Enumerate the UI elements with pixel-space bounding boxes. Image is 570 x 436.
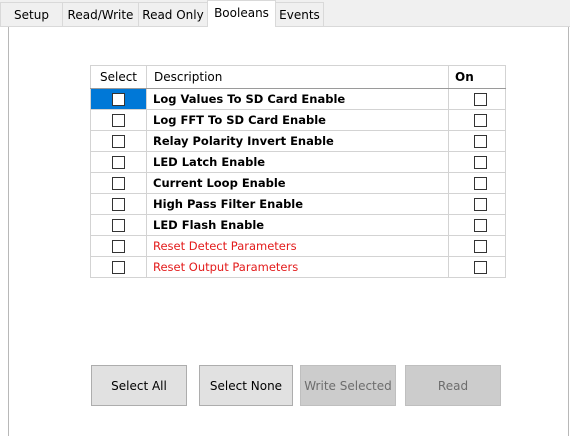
on-cell[interactable] bbox=[448, 172, 506, 194]
select-cell[interactable] bbox=[90, 235, 147, 257]
on-cell[interactable] bbox=[448, 193, 506, 215]
on-checkbox[interactable] bbox=[473, 135, 487, 148]
tab-read-only[interactable]: Read Only bbox=[138, 2, 208, 26]
on-checkbox[interactable] bbox=[473, 156, 487, 169]
select-checkbox[interactable] bbox=[112, 240, 125, 253]
select-checkbox[interactable] bbox=[112, 93, 125, 106]
description-cell: LED Flash Enable bbox=[146, 214, 449, 236]
table-row[interactable]: Relay Polarity Invert Enable bbox=[90, 130, 506, 152]
grid-body: Log Values To SD Card Enable Log FFT To S… bbox=[90, 88, 506, 278]
description-cell: Current Loop Enable bbox=[146, 172, 449, 194]
column-header-on[interactable]: On bbox=[448, 65, 506, 89]
table-row[interactable]: Reset Output Parameters bbox=[90, 256, 506, 278]
on-checkbox[interactable] bbox=[473, 93, 487, 106]
select-checkbox[interactable] bbox=[112, 135, 125, 148]
select-cell[interactable] bbox=[90, 88, 147, 110]
on-cell[interactable] bbox=[448, 235, 506, 257]
select-checkbox[interactable] bbox=[112, 114, 125, 127]
tab-strip: Setup Read/Write Read Only Booleans Even… bbox=[0, 0, 570, 27]
select-checkbox[interactable] bbox=[112, 198, 125, 211]
select-cell[interactable] bbox=[90, 151, 147, 173]
select-cell[interactable] bbox=[90, 214, 147, 236]
on-cell[interactable] bbox=[448, 88, 506, 110]
select-cell[interactable] bbox=[90, 130, 147, 152]
table-row[interactable]: LED Flash Enable bbox=[90, 214, 506, 236]
description-cell: Reset Output Parameters bbox=[146, 256, 449, 278]
on-checkbox[interactable] bbox=[473, 219, 487, 232]
on-checkbox[interactable] bbox=[473, 240, 487, 253]
table-row[interactable]: Log FFT To SD Card Enable bbox=[90, 109, 506, 131]
description-cell: High Pass Filter Enable bbox=[146, 193, 449, 215]
select-checkbox[interactable] bbox=[112, 177, 125, 190]
select-checkbox[interactable] bbox=[112, 219, 125, 232]
on-cell[interactable] bbox=[448, 109, 506, 131]
select-cell[interactable] bbox=[90, 109, 147, 131]
on-checkbox[interactable] bbox=[473, 261, 487, 274]
on-checkbox[interactable] bbox=[473, 198, 487, 211]
table-row[interactable]: Reset Detect Parameters bbox=[90, 235, 506, 257]
select-checkbox[interactable] bbox=[112, 261, 125, 274]
table-row[interactable]: LED Latch Enable bbox=[90, 151, 506, 173]
select-all-button[interactable]: Select All bbox=[91, 365, 187, 406]
table-row[interactable]: Current Loop Enable bbox=[90, 172, 506, 194]
tab-setup[interactable]: Setup bbox=[0, 2, 63, 26]
description-cell: Relay Polarity Invert Enable bbox=[146, 130, 449, 152]
on-cell[interactable] bbox=[448, 256, 506, 278]
column-header-description[interactable]: Description bbox=[146, 65, 449, 89]
on-cell[interactable] bbox=[448, 214, 506, 236]
read-button[interactable]: Read bbox=[405, 365, 501, 406]
on-cell[interactable] bbox=[448, 151, 506, 173]
grid-header-row: Select Description On bbox=[90, 65, 506, 89]
select-none-button[interactable]: Select None bbox=[199, 365, 293, 406]
description-cell: LED Latch Enable bbox=[146, 151, 449, 173]
write-selected-button[interactable]: Write Selected bbox=[300, 365, 396, 406]
select-cell[interactable] bbox=[90, 172, 147, 194]
description-cell: Log Values To SD Card Enable bbox=[146, 88, 449, 110]
description-cell: Reset Detect Parameters bbox=[146, 235, 449, 257]
table-row[interactable]: Log Values To SD Card Enable bbox=[90, 88, 506, 110]
booleans-grid: Select Description On Log Values To SD C… bbox=[90, 65, 506, 278]
tab-booleans[interactable]: Booleans bbox=[207, 0, 276, 27]
select-cell[interactable] bbox=[90, 256, 147, 278]
column-header-select[interactable]: Select bbox=[90, 65, 147, 89]
tab-read-write[interactable]: Read/Write bbox=[62, 2, 139, 26]
booleans-panel: Select Description On Log Values To SD C… bbox=[8, 27, 569, 436]
on-checkbox[interactable] bbox=[473, 114, 487, 127]
select-cell[interactable] bbox=[90, 193, 147, 215]
table-row[interactable]: High Pass Filter Enable bbox=[90, 193, 506, 215]
select-checkbox[interactable] bbox=[112, 156, 125, 169]
tab-events[interactable]: Events bbox=[275, 2, 324, 26]
description-cell: Log FFT To SD Card Enable bbox=[146, 109, 449, 131]
on-cell[interactable] bbox=[448, 130, 506, 152]
on-checkbox[interactable] bbox=[473, 177, 487, 190]
